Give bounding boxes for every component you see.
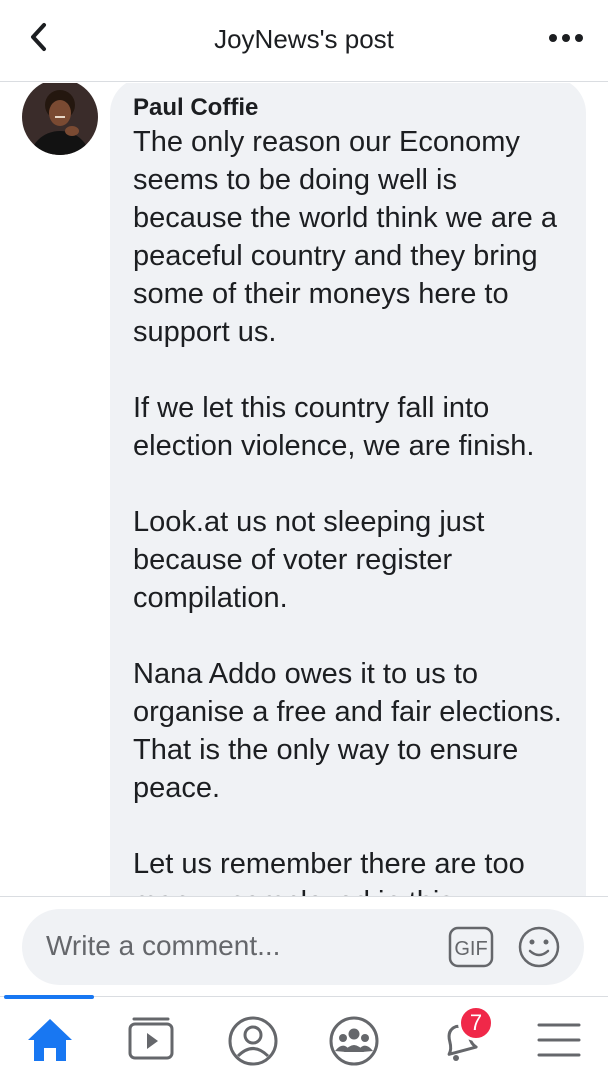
notification-badge: 7 — [458, 1005, 494, 1041]
comment-paragraph: The only reason our Economy seems to be … — [133, 126, 557, 348]
comment-composer: Write a comment... GIF — [0, 896, 608, 996]
comment-paragraph: Nana Addo owes it to us to organise a fr… — [133, 658, 562, 804]
home-icon[interactable] — [22, 1013, 78, 1069]
page-title: JoyNews's post — [214, 24, 394, 54]
comment-placeholder: Write a comment... — [46, 930, 281, 961]
comment-paragraph: If we let this country fall into electio… — [133, 392, 535, 462]
groups-icon[interactable] — [326, 1013, 382, 1069]
smiley-icon[interactable] — [517, 925, 561, 969]
gif-label: GIF — [454, 938, 487, 960]
bottom-nav: 7 — [0, 995, 608, 1080]
comment-input[interactable]: Write a comment... GIF — [22, 909, 584, 985]
gif-button[interactable]: GIF — [448, 926, 494, 968]
watch-video-icon[interactable] — [124, 1013, 180, 1069]
comment-author[interactable]: Paul Coffie — [133, 93, 566, 123]
avatar[interactable] — [22, 83, 98, 155]
comment-thread: Paul Coffie The only reason our Economy … — [0, 83, 608, 896]
comment-paragraph: Let us remember there are too many unemp… — [133, 848, 525, 896]
comment-paragraph: Look.at us not sleeping just because of … — [133, 506, 485, 614]
comment-bubble: Paul Coffie The only reason our Economy … — [110, 83, 586, 896]
menu-hamburger-icon[interactable] — [531, 1013, 587, 1069]
active-tab-indicator — [4, 995, 94, 999]
more-horizontal-icon[interactable] — [544, 18, 588, 58]
profile-icon[interactable] — [225, 1013, 281, 1069]
top-header: JoyNews's post — [0, 0, 608, 82]
